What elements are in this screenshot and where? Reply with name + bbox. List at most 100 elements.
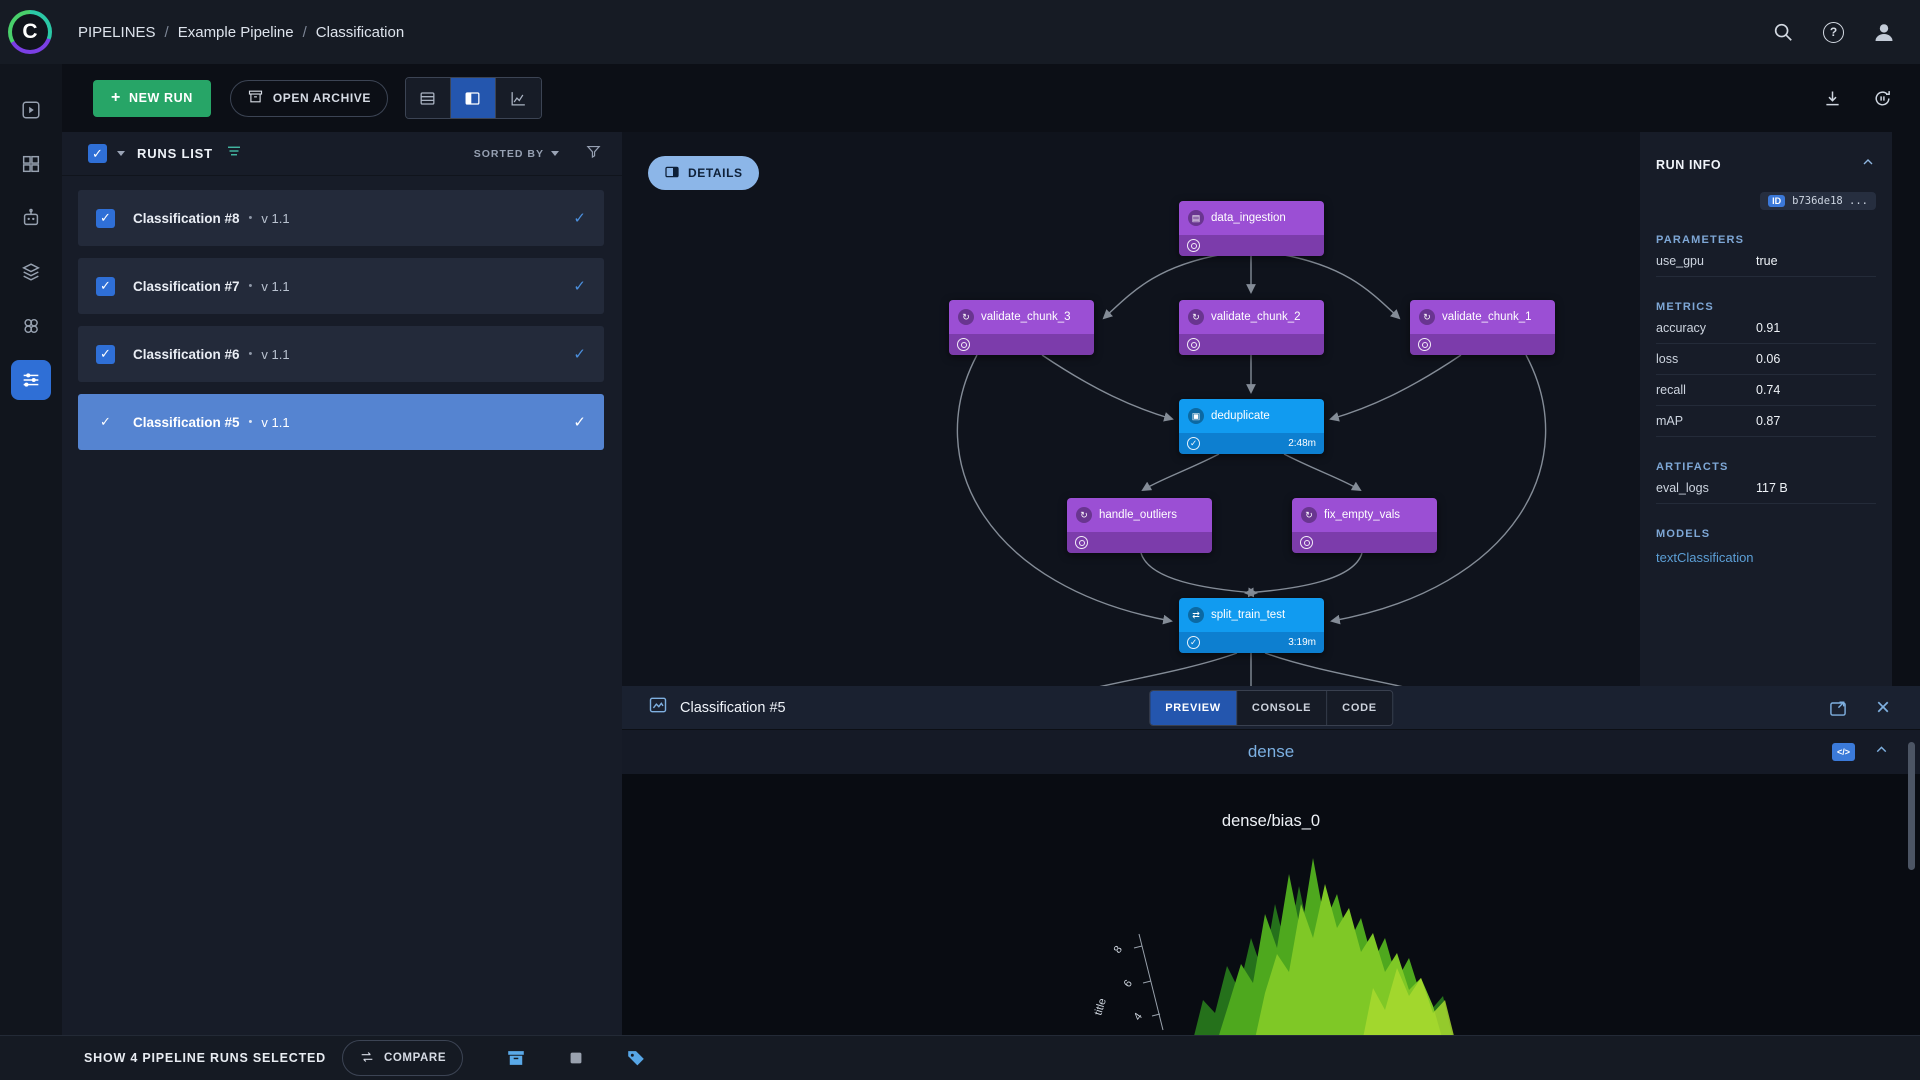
pipeline-node-validate_chunk_1[interactable]: ↻validate_chunk_1 xyxy=(1410,300,1555,355)
run-checkbox[interactable]: ✓ xyxy=(96,209,115,228)
chart-view-button[interactable] xyxy=(496,78,541,118)
tab-preview[interactable]: PREVIEW xyxy=(1150,691,1237,725)
sort-icon[interactable] xyxy=(225,142,243,165)
pipeline-node-validate_chunk_3[interactable]: ↻validate_chunk_3 xyxy=(949,300,1094,355)
info-row: eval_logs117 B xyxy=(1656,473,1876,504)
run-version: v 1.1 xyxy=(261,211,289,226)
pipeline-node-split_train_test[interactable]: ⇄split_train_test✓3:19m xyxy=(1179,598,1324,653)
node-label: fix_empty_vals xyxy=(1324,509,1400,521)
info-row: accuracy0.91 xyxy=(1656,313,1876,344)
run-info-panel: RUN INFO ID b736de18 ... PARAMETERS use_… xyxy=(1640,132,1892,686)
node-status-icon xyxy=(1187,239,1200,252)
run-id-value: b736de18 ... xyxy=(1792,195,1868,207)
parameters-title: PARAMETERS xyxy=(1656,234,1876,246)
maximize-icon[interactable] xyxy=(1826,696,1850,720)
compare-button[interactable]: COMPARE xyxy=(342,1040,463,1076)
info-row: recall0.74 xyxy=(1656,375,1876,406)
metrics-rows: accuracy0.91loss0.06recall0.74mAP0.87 xyxy=(1656,313,1876,437)
details-icon xyxy=(664,164,680,183)
run-id-chip[interactable]: ID b736de18 ... xyxy=(1760,192,1876,210)
id-badge: ID xyxy=(1768,195,1785,207)
close-icon[interactable]: × xyxy=(1876,696,1890,720)
run-name: Classification #5 xyxy=(133,415,240,430)
details-button[interactable]: DETAILS xyxy=(648,156,759,190)
filter-icon[interactable] xyxy=(585,143,602,165)
breadcrumb-pipelines[interactable]: PIPELINES xyxy=(78,24,156,41)
metrics-title: METRICS xyxy=(1656,301,1876,313)
preview-content: dense/bias_0 8 6 4 title xyxy=(622,774,1920,1035)
clearml-logo[interactable]: C xyxy=(8,10,52,54)
node-status-icon xyxy=(957,338,970,351)
sidebar-item-datasets[interactable] xyxy=(11,144,51,184)
run-checkbox[interactable]: ✓ xyxy=(96,277,115,296)
split-view-button[interactable] xyxy=(451,78,496,118)
node-type-icon: ▤ xyxy=(1188,210,1204,226)
info-row: use_gputrue xyxy=(1656,246,1876,277)
pipeline-node-fix_empty_vals[interactable]: ↻fix_empty_vals xyxy=(1292,498,1437,553)
run-list-item[interactable]: ✓Classification #7•v 1.1✓ xyxy=(78,258,604,314)
pipeline-node-data_ingestion[interactable]: ▤ data_ingestion xyxy=(1179,201,1324,256)
run-list-item[interactable]: ✓Classification #6•v 1.1✓ xyxy=(78,326,604,382)
run-name: Classification #7 xyxy=(133,279,240,294)
auto-refresh-icon[interactable] xyxy=(1870,86,1894,110)
tab-code[interactable]: CODE xyxy=(1327,691,1392,725)
search-icon[interactable] xyxy=(1771,20,1795,44)
collapse-chevron-icon[interactable] xyxy=(1873,741,1890,763)
avatar[interactable] xyxy=(1872,20,1896,44)
abort-icon[interactable] xyxy=(563,1045,589,1071)
model-link[interactable]: textClassification xyxy=(1656,550,1876,565)
run-list-item[interactable]: ✓Classification #8•v 1.1✓ xyxy=(78,190,604,246)
sidebar-item-queues[interactable] xyxy=(11,252,51,292)
download-icon[interactable] xyxy=(1820,86,1844,110)
tag-icon[interactable] xyxy=(623,1045,649,1071)
archive-icon xyxy=(247,88,264,108)
breadcrumb-separator: / xyxy=(303,24,307,41)
runs-list-title: RUNS LIST xyxy=(137,146,213,161)
pipeline-node-validate_chunk_2[interactable]: ↻validate_chunk_2 xyxy=(1179,300,1324,355)
sidebar-item-projects[interactable] xyxy=(11,90,51,130)
svg-text:8: 8 xyxy=(1112,944,1125,956)
bottom-panel-header: Classification #5 PREVIEWCONSOLECODE × xyxy=(622,686,1920,730)
sidebar-item-workers[interactable] xyxy=(11,198,51,238)
run-bullet: • xyxy=(249,212,253,224)
scrollbar-thumb[interactable] xyxy=(1908,742,1915,870)
run-list-item[interactable]: ✓Classification #5•v 1.1✓ xyxy=(78,394,604,450)
run-status-check-icon: ✓ xyxy=(573,345,590,363)
open-archive-button[interactable]: OPEN ARCHIVE xyxy=(230,80,388,117)
open-archive-label: OPEN ARCHIVE xyxy=(273,91,371,105)
sorted-by-dropdown[interactable]: SORTED BY xyxy=(474,148,559,160)
surface-plot: 8 6 4 title xyxy=(891,838,1651,1035)
breadcrumb-separator: / xyxy=(165,24,169,41)
models-title: MODELS xyxy=(1656,528,1876,540)
archive-selected-icon[interactable] xyxy=(503,1045,529,1071)
run-checkbox[interactable]: ✓ xyxy=(96,345,115,364)
bottom-panel-title: Classification #5 xyxy=(680,700,786,716)
code-icon[interactable]: </> xyxy=(1832,743,1855,761)
breadcrumb-page[interactable]: Classification xyxy=(316,24,404,41)
node-label: validate_chunk_1 xyxy=(1442,311,1532,323)
node-type-icon: ↻ xyxy=(1188,309,1204,325)
run-version: v 1.1 xyxy=(261,347,289,362)
chevron-down-icon[interactable] xyxy=(117,151,125,156)
tab-console[interactable]: CONSOLE xyxy=(1237,691,1327,725)
params-rows: use_gputrue xyxy=(1656,246,1876,277)
node-status-icon xyxy=(1075,536,1088,549)
help-icon[interactable]: ? xyxy=(1823,22,1844,43)
sidebar-item-pipelines[interactable] xyxy=(11,360,51,400)
plus-icon: + xyxy=(111,89,121,107)
run-bullet: • xyxy=(249,348,253,360)
new-run-button[interactable]: + NEW RUN xyxy=(93,80,211,117)
run-checkbox[interactable]: ✓ xyxy=(96,413,115,432)
table-view-button[interactable] xyxy=(406,78,451,118)
info-key: accuracy xyxy=(1656,321,1756,335)
collapse-chevron-icon[interactable] xyxy=(1860,154,1876,175)
svg-text:title: title xyxy=(1092,997,1108,1017)
sorted-by-label: SORTED BY xyxy=(474,148,544,160)
sidebar-item-models[interactable] xyxy=(11,306,51,346)
node-label: data_ingestion xyxy=(1211,212,1286,224)
pipeline-node-handle_outliers[interactable]: ↻handle_outliers xyxy=(1067,498,1212,553)
svg-text:4: 4 xyxy=(1132,1011,1145,1023)
breadcrumb-project[interactable]: Example Pipeline xyxy=(178,24,294,41)
select-all-checkbox[interactable]: ✓ xyxy=(88,144,107,163)
pipeline-node-deduplicate[interactable]: ▣deduplicate✓2:48m xyxy=(1179,399,1324,454)
